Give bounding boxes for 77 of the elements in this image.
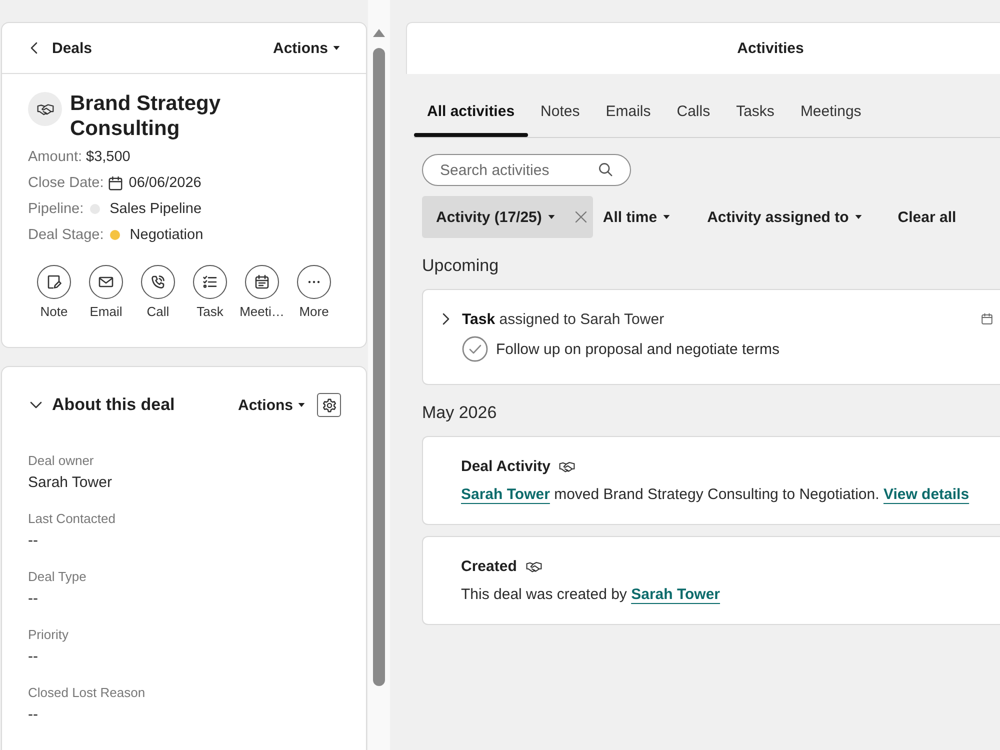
task-title: Task assigned to Sarah Tower xyxy=(462,310,664,328)
note-icon xyxy=(37,265,71,299)
field-label: Amount: xyxy=(28,149,82,165)
group-heading: May 2026 xyxy=(422,403,497,423)
calendar-icon xyxy=(245,265,279,299)
field-value: Sales Pipeline xyxy=(110,201,202,217)
chevron-left-icon xyxy=(30,42,38,54)
call-button[interactable]: Call xyxy=(132,265,184,319)
tab[interactable]: Meetings xyxy=(787,74,874,137)
field-label: Deal Stage: xyxy=(28,227,104,243)
property-value: -- xyxy=(28,647,39,667)
handshake-icon xyxy=(28,92,62,126)
group-heading: Upcoming xyxy=(422,256,499,276)
email-button[interactable]: Email xyxy=(80,265,132,319)
caret-icon xyxy=(663,215,670,219)
field-label: Pipeline: xyxy=(28,201,84,217)
field-value: Negotiation xyxy=(130,227,204,243)
phone-icon xyxy=(141,265,175,299)
tab[interactable]: All activities xyxy=(414,74,528,137)
meeting-button[interactable]: Meeti… xyxy=(236,265,288,319)
chevron-right-icon[interactable] xyxy=(442,313,450,325)
property-value: -- xyxy=(28,589,39,609)
caret-icon xyxy=(854,215,862,219)
close-icon[interactable] xyxy=(574,211,587,223)
actions-dropdown[interactable]: Actions xyxy=(272,40,340,56)
actions-dropdown[interactable]: Actions xyxy=(238,396,305,414)
field-label: Close Date: xyxy=(28,175,104,191)
field-value: 06/06/2026 xyxy=(128,175,202,191)
clear-all-button[interactable]: Clear all xyxy=(888,208,956,226)
panel-title: Activities xyxy=(737,40,804,57)
calendar-icon xyxy=(981,313,993,325)
property-label: Deal owner xyxy=(28,453,95,469)
caret-icon xyxy=(298,403,305,407)
caret-icon xyxy=(333,46,340,50)
checklist-icon xyxy=(193,265,227,299)
property-value: -- xyxy=(28,531,39,551)
activity-title: Created xyxy=(461,558,517,574)
filter-dropdown[interactable]: Activity assigned to xyxy=(697,196,876,238)
caret-icon xyxy=(548,215,555,219)
property-value: -- xyxy=(28,705,39,725)
property-label: Priority xyxy=(28,627,70,643)
check-circle-icon[interactable] xyxy=(462,336,488,362)
settings-button[interactable] xyxy=(317,393,341,417)
scrollbar-thumb[interactable] xyxy=(373,48,385,686)
property-label: Last Contacted xyxy=(28,511,116,527)
field-value: $3,500 xyxy=(86,149,130,165)
handshake-icon xyxy=(559,460,576,472)
property-value: Sarah Tower xyxy=(28,473,113,493)
search-field[interactable]: Search activities xyxy=(422,154,631,186)
envelope-icon xyxy=(89,265,123,299)
deal-title: Brand Strategy Consulting xyxy=(70,91,222,141)
tab[interactable]: Emails xyxy=(592,74,664,137)
tab[interactable]: Notes xyxy=(528,74,593,137)
activity-description: Sarah Tower moved Brand Strategy Consulting to Negotiation. View details xyxy=(461,485,970,505)
ellipsis-icon xyxy=(297,265,331,299)
handshake-icon xyxy=(526,560,542,572)
more-button[interactable]: More xyxy=(288,265,340,319)
person-link[interactable]: Sarah Tower xyxy=(461,486,550,503)
search-icon xyxy=(598,162,613,177)
activity-title: Deal Activity xyxy=(461,458,550,474)
property-label: Closed Lost Reason xyxy=(28,685,146,701)
task-button[interactable]: Task xyxy=(184,265,236,319)
property-label: Deal Type xyxy=(28,569,88,585)
task-name: Follow up on proposal and negotiate terms xyxy=(496,340,780,358)
filter-dropdown[interactable]: Activity (17/25) xyxy=(436,196,555,238)
scroll-up-icon[interactable] xyxy=(372,28,386,38)
tab[interactable]: Calls xyxy=(664,74,724,137)
details-link[interactable]: View details xyxy=(883,486,970,503)
calendar-icon xyxy=(108,176,123,190)
note-button[interactable]: Note xyxy=(28,265,80,319)
filter-dropdown[interactable]: All time xyxy=(592,196,684,238)
back-link[interactable]: Deals xyxy=(30,40,92,56)
tab[interactable]: Tasks xyxy=(723,74,788,137)
section-toggle[interactable]: About this deal xyxy=(30,395,175,415)
settings-icon xyxy=(322,398,336,412)
activity-description: This deal was created by Sarah Tower xyxy=(461,585,722,605)
person-link[interactable]: Sarah Tower xyxy=(631,586,720,603)
